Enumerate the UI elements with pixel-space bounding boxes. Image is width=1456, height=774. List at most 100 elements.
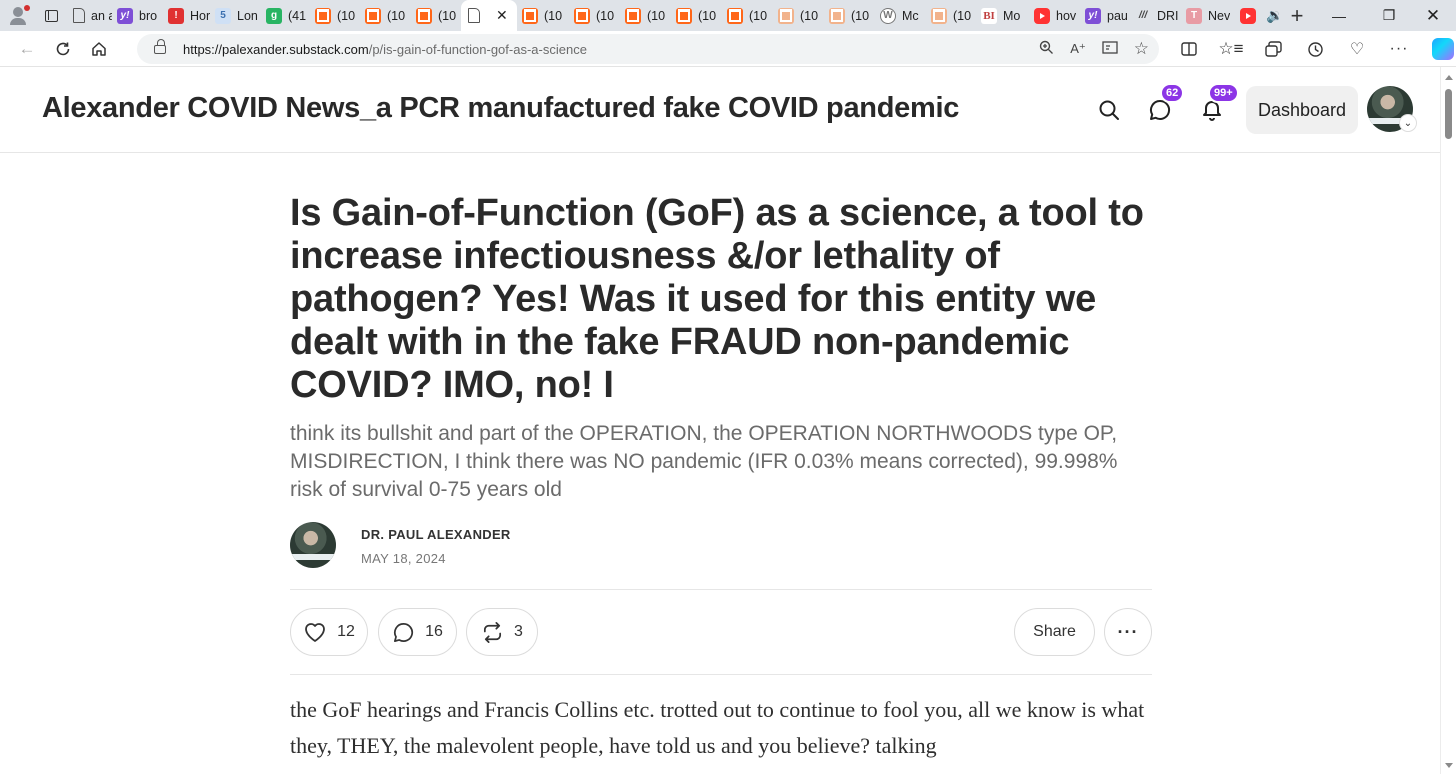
zoom-icon[interactable] bbox=[1039, 40, 1054, 58]
tab-title: Mc bbox=[902, 8, 919, 23]
tab[interactable]: (10 bbox=[620, 0, 671, 31]
site-title[interactable]: Alexander COVID News_a PCR manufactured … bbox=[42, 92, 959, 125]
tab[interactable]: (10 bbox=[517, 0, 569, 31]
comment-count: 16 bbox=[425, 623, 443, 640]
speaker-icon[interactable]: 🔉 bbox=[1266, 8, 1279, 24]
tab[interactable]: (10 bbox=[411, 0, 461, 31]
tab[interactable]: g (41 bbox=[261, 0, 310, 31]
tab-title: Mo bbox=[1003, 8, 1021, 23]
share-button[interactable]: Share bbox=[1014, 608, 1095, 656]
scrollbar[interactable] bbox=[1440, 67, 1456, 774]
tab-title: Lon bbox=[237, 8, 258, 23]
scroll-thumb[interactable] bbox=[1445, 89, 1452, 139]
page-content: Alexander COVID News_a PCR manufactured … bbox=[0, 67, 1440, 774]
tab[interactable]: W Mc bbox=[875, 0, 926, 31]
lock-icon[interactable] bbox=[154, 38, 166, 54]
tab[interactable]: /// DRI bbox=[1130, 0, 1181, 31]
comment-icon bbox=[394, 622, 414, 642]
refresh-button[interactable] bbox=[45, 33, 81, 65]
home-button[interactable] bbox=[81, 33, 117, 65]
author-name[interactable]: DR. PAUL ALEXANDER bbox=[361, 527, 511, 542]
tab-title: Hor bbox=[190, 8, 210, 23]
tab[interactable]: BI Mo bbox=[976, 0, 1029, 31]
new-tab-button[interactable]: + bbox=[1279, 0, 1315, 31]
profile-icon[interactable] bbox=[0, 0, 36, 31]
tab[interactable]: y! pau bbox=[1080, 0, 1130, 31]
substack-faded-icon bbox=[931, 7, 947, 24]
tab-title: (10 bbox=[800, 8, 819, 23]
tab[interactable]: (10 bbox=[569, 0, 620, 31]
split-screen-icon[interactable] bbox=[1168, 33, 1210, 65]
close-window-button[interactable]: ✕ bbox=[1410, 0, 1456, 31]
tab[interactable]: (10 bbox=[310, 0, 360, 31]
restack-button[interactable]: 3 bbox=[466, 608, 538, 656]
immersive-reader-icon[interactable] bbox=[1102, 40, 1118, 58]
post-title: Is Gain-of-Function (GoF) as a science, … bbox=[290, 192, 1144, 406]
tab-actions-icon[interactable] bbox=[36, 0, 66, 31]
site-header: Alexander COVID News_a PCR manufactured … bbox=[0, 67, 1440, 153]
scroll-up-arrow[interactable] bbox=[1445, 75, 1453, 80]
tab-title: (41 bbox=[288, 8, 307, 23]
favorite-star-icon[interactable]: ☆ bbox=[1134, 39, 1149, 59]
tab[interactable]: (10 bbox=[722, 0, 773, 31]
youtube-icon bbox=[1034, 7, 1050, 24]
back-button[interactable]: ← bbox=[9, 33, 45, 65]
divider bbox=[290, 674, 1152, 675]
post-body: the GoF hearings and Francis Collins etc… bbox=[290, 697, 1145, 758]
url-text[interactable]: https://palexander.substack.com/p/is-gai… bbox=[183, 42, 587, 57]
address-bar[interactable]: https://palexander.substack.com/p/is-gai… bbox=[137, 34, 1159, 64]
tab[interactable]: (10 bbox=[671, 0, 722, 31]
substack-faded-icon bbox=[829, 7, 845, 24]
tab[interactable]: T Nev bbox=[1181, 0, 1235, 31]
doc-icon bbox=[73, 8, 85, 23]
youtube-icon bbox=[1240, 7, 1256, 24]
tab[interactable]: (10 bbox=[926, 0, 976, 31]
tab[interactable]: ! Hor bbox=[163, 0, 210, 31]
tab[interactable]: 5 Lon bbox=[210, 0, 261, 31]
tab-active[interactable]: ✕ bbox=[461, 0, 517, 31]
close-tab-icon[interactable]: ✕ bbox=[496, 7, 508, 24]
tab[interactable]: (10 bbox=[773, 0, 824, 31]
copilot-icon[interactable] bbox=[1432, 38, 1454, 60]
tab-title: (10 bbox=[438, 8, 457, 23]
tab[interactable]: (10 bbox=[360, 0, 411, 31]
favorites-icon[interactable]: ☆≡ bbox=[1210, 33, 1252, 65]
five-icon: 5 bbox=[215, 7, 231, 24]
like-button[interactable]: 12 bbox=[290, 608, 368, 656]
performance-icon[interactable]: ♡ bbox=[1336, 33, 1378, 65]
more-options-button[interactable]: ··· bbox=[1104, 608, 1152, 656]
substack-icon bbox=[676, 7, 692, 24]
dashboard-button[interactable]: Dashboard bbox=[1246, 86, 1358, 134]
tab-title: pau bbox=[1107, 8, 1128, 23]
tab[interactable]: y! bro bbox=[112, 0, 163, 31]
collections-icon[interactable] bbox=[1252, 33, 1294, 65]
restore-button[interactable]: ❐ bbox=[1366, 0, 1412, 31]
chat-badge: 62 bbox=[1160, 83, 1185, 103]
yahoo-icon: y! bbox=[1085, 7, 1101, 24]
search-icon[interactable] bbox=[1094, 95, 1124, 125]
scroll-down-arrow[interactable] bbox=[1445, 763, 1453, 768]
tab-audio[interactable]: 🔉 bbox=[1235, 0, 1279, 31]
tab-title: (10 bbox=[698, 8, 717, 23]
chat-icon[interactable]: 62 bbox=[1145, 83, 1185, 125]
history-icon[interactable] bbox=[1294, 33, 1336, 65]
chevron-down-icon[interactable]: ⌄ bbox=[1399, 114, 1417, 132]
tab-title: DRI bbox=[1157, 8, 1179, 23]
comments-button[interactable]: 16 bbox=[378, 608, 457, 656]
tab-title: (10 bbox=[387, 8, 406, 23]
notifications-bell-icon[interactable]: 99+ bbox=[1197, 83, 1239, 125]
minimize-button[interactable]: — bbox=[1316, 0, 1362, 31]
substack-icon bbox=[416, 7, 432, 24]
tab[interactable]: an a bbox=[66, 0, 112, 31]
substack-faded-icon bbox=[778, 7, 794, 24]
like-count: 12 bbox=[337, 623, 355, 640]
more-menu-icon[interactable]: ··· bbox=[1378, 33, 1420, 65]
red-icon: ! bbox=[168, 7, 184, 24]
read-aloud-icon[interactable]: A⁺ bbox=[1070, 41, 1086, 57]
author-avatar[interactable] bbox=[290, 522, 336, 568]
tab[interactable]: hov bbox=[1029, 0, 1080, 31]
tab-title: an a bbox=[91, 8, 112, 23]
notifications-badge: 99+ bbox=[1208, 83, 1239, 103]
yahoo-icon: y! bbox=[117, 7, 133, 24]
tab[interactable]: (10 bbox=[824, 0, 875, 31]
